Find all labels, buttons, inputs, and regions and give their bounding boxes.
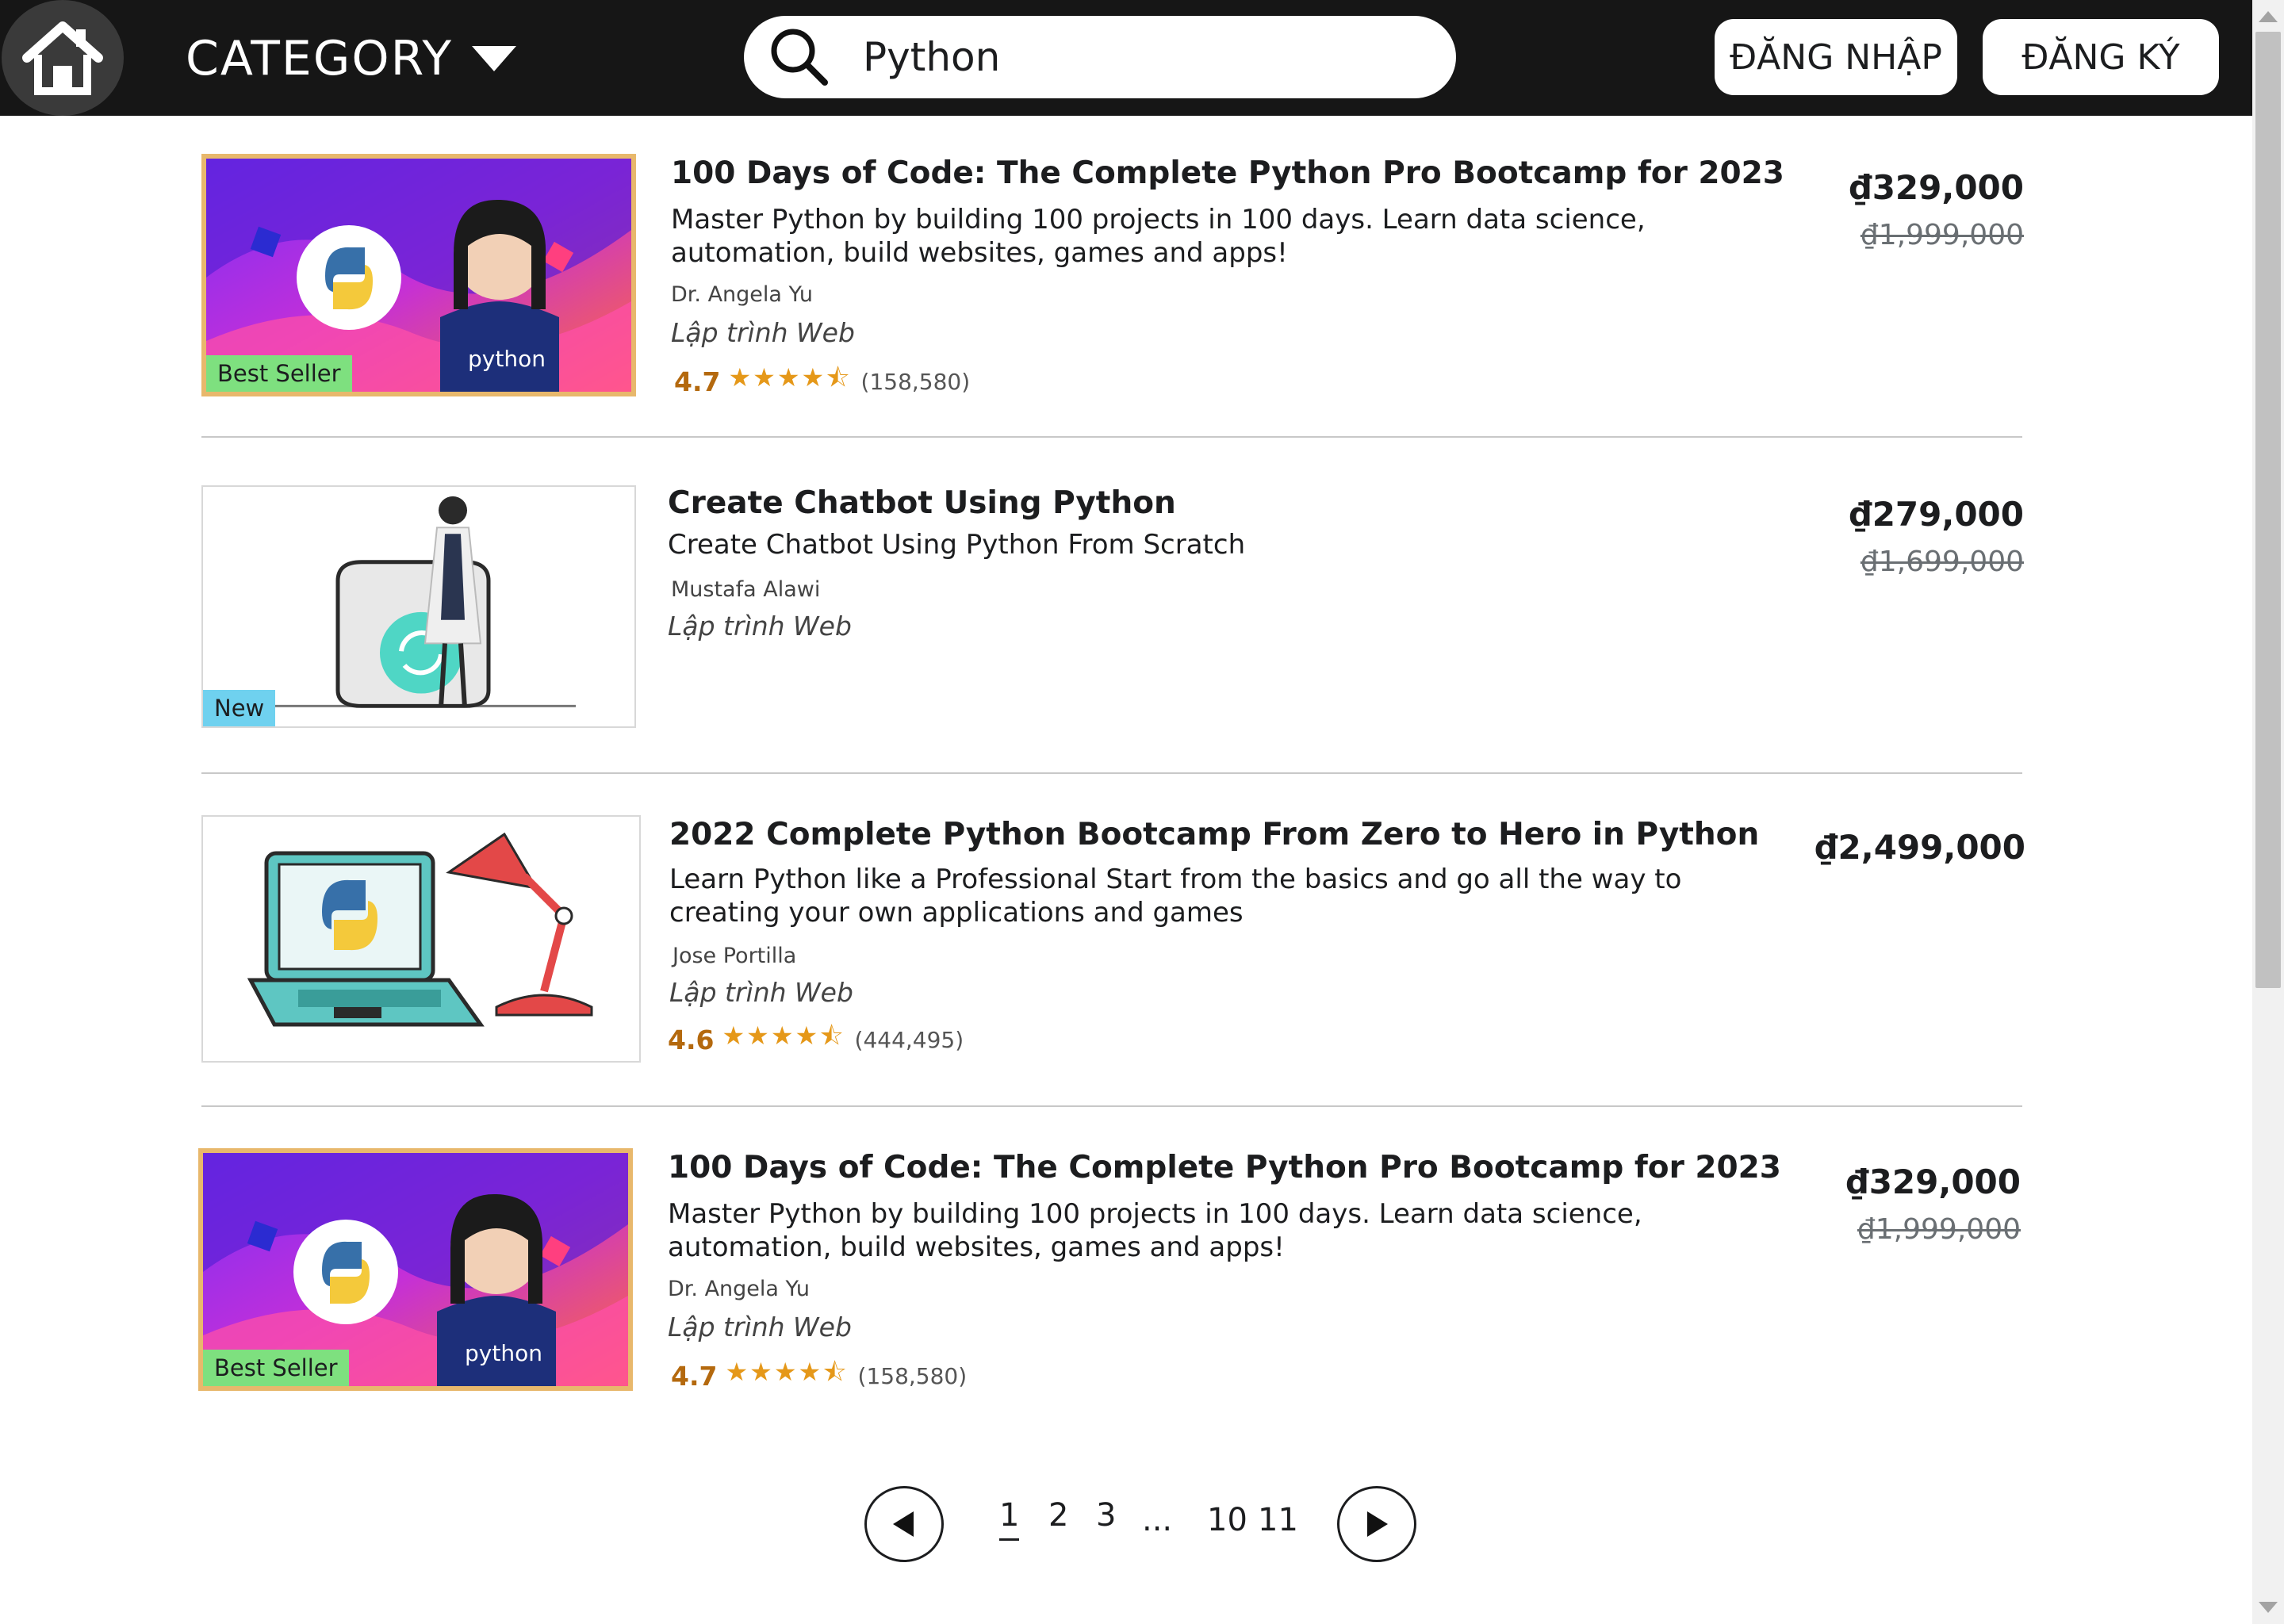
star-icon: ★★★★⯪	[728, 362, 852, 393]
prev-arrow-icon	[893, 1511, 914, 1537]
home-button[interactable]	[2, 0, 124, 116]
course-category: Lập trình Web	[669, 977, 853, 1008]
divider	[201, 1105, 2022, 1107]
scroll-down-icon[interactable]	[2259, 1602, 2278, 1613]
course-title[interactable]: 2022 Complete Python Bootcamp From Zero …	[669, 817, 1759, 852]
page-11[interactable]: 11	[1258, 1502, 1298, 1538]
course-author: Jose Portilla	[673, 944, 797, 968]
python-shirt-text: python	[465, 1340, 542, 1366]
course-description: Create Chatbot Using Python From Scratch	[668, 529, 1246, 561]
login-button[interactable]: ĐĂNG NHẬP	[1715, 19, 1957, 95]
page-1[interactable]: 1	[999, 1497, 1020, 1541]
best-seller-badge: Best Seller	[206, 355, 352, 392]
course-price: ₫279,000	[1849, 495, 2024, 534]
course-author: Dr. Angela Yu	[671, 282, 814, 307]
scroll-thumb[interactable]	[2255, 32, 2281, 988]
course-description: Master Python by building 100 projects i…	[671, 204, 1646, 269]
register-button[interactable]: ĐĂNG KÝ	[1983, 19, 2219, 95]
page-ellipsis: ...	[1142, 1502, 1173, 1538]
course-title[interactable]: 100 Days of Code: The Complete Python Pr…	[668, 1150, 1781, 1185]
course-thumbnail[interactable]: New	[201, 485, 636, 728]
page-10[interactable]: 10	[1207, 1502, 1247, 1538]
course-category: Lập trình Web	[668, 611, 852, 642]
course-rating: 4.6 ★★★★⯪ (444,495)	[668, 1018, 964, 1061]
rating-value: 4.7	[671, 1360, 718, 1392]
course-item[interactable]: python Best Seller 100 Days of Code: The…	[198, 1148, 2022, 1397]
course-item[interactable]: 2022 Complete Python Bootcamp From Zero …	[201, 815, 2025, 1064]
home-icon	[22, 21, 103, 95]
search-icon[interactable]	[768, 25, 831, 89]
course-image	[203, 817, 639, 1061]
rating-count: (158,580)	[860, 368, 971, 395]
course-title[interactable]: 100 Days of Code: The Complete Python Pr…	[671, 155, 1784, 191]
top-navigation-bar: CATEGORY ĐĂNG NHẬP ĐĂNG KÝ	[0, 0, 2252, 116]
new-badge: New	[203, 690, 276, 726]
course-thumbnail[interactable]: python Best Seller	[201, 154, 636, 396]
vertical-scrollbar[interactable]	[2252, 0, 2284, 1624]
course-title[interactable]: Create Chatbot Using Python	[668, 485, 1176, 521]
course-old-price: ₫1,999,000	[1860, 219, 2024, 251]
page-2[interactable]: 2	[1048, 1497, 1068, 1534]
course-item[interactable]: python Best Seller 100 Days of Code: The…	[201, 154, 2024, 403]
prev-page-button[interactable]	[864, 1486, 944, 1562]
course-author: Mustafa Alawi	[671, 577, 821, 602]
rating-count: (444,495)	[854, 1026, 964, 1053]
course-price: ₫2,499,000	[1815, 828, 2025, 867]
divider	[201, 772, 2022, 774]
best-seller-badge: Best Seller	[203, 1350, 349, 1386]
caret-down-icon	[472, 46, 517, 71]
page-3[interactable]: 3	[1096, 1497, 1116, 1534]
course-category: Lập trình Web	[668, 1312, 852, 1342]
course-thumbnail[interactable]	[201, 815, 641, 1063]
rating-count: (158,580)	[857, 1362, 968, 1389]
rating-value: 4.6	[668, 1024, 715, 1055]
course-author: Dr. Angela Yu	[668, 1277, 811, 1301]
course-price: ₫329,000	[1845, 1162, 2021, 1201]
divider	[201, 436, 2022, 438]
course-old-price: ₫1,999,000	[1857, 1213, 2021, 1246]
course-old-price: ₫1,699,000	[1860, 546, 2024, 578]
star-icon: ★★★★⯪	[725, 1357, 849, 1387]
course-description: Learn Python like a Professional Start f…	[669, 864, 1682, 929]
python-shirt-text: python	[468, 346, 546, 372]
course-description: Master Python by building 100 projects i…	[668, 1198, 1642, 1263]
rating-value: 4.7	[674, 366, 721, 397]
scroll-up-icon[interactable]	[2259, 11, 2278, 22]
course-price: ₫329,000	[1849, 168, 2024, 207]
next-arrow-icon	[1367, 1511, 1388, 1537]
course-category: Lập trình Web	[671, 317, 855, 348]
course-rating: 4.7 ★★★★⯪ (158,580)	[674, 360, 970, 403]
course-item[interactable]: New Create Chatbot Using Python Create C…	[201, 485, 2024, 731]
search-input[interactable]	[863, 25, 1418, 89]
star-icon: ★★★★⯪	[722, 1021, 845, 1051]
course-thumbnail[interactable]: python Best Seller	[198, 1148, 633, 1391]
next-page-button[interactable]	[1337, 1486, 1416, 1562]
course-rating: 4.7 ★★★★⯪ (158,580)	[671, 1354, 967, 1397]
search-bar	[744, 16, 1456, 98]
category-label: CATEGORY	[186, 31, 454, 86]
category-dropdown[interactable]: CATEGORY	[186, 29, 517, 89]
